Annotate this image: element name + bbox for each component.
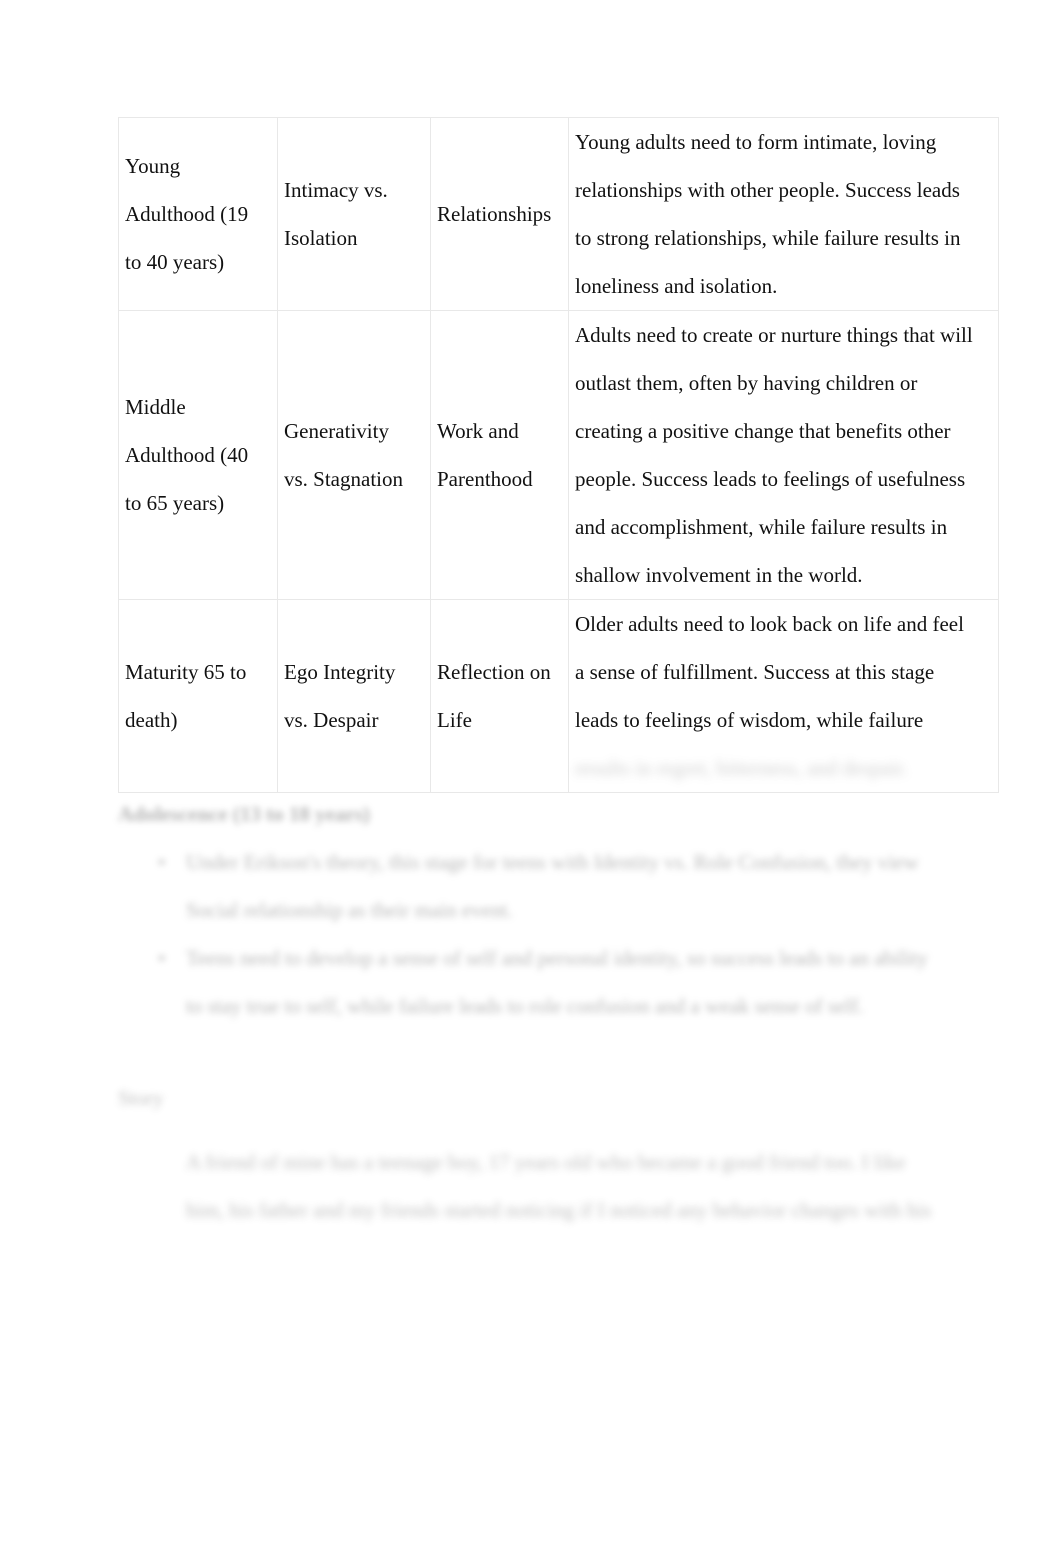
crisis-line: Ego Integrity [284, 660, 396, 684]
below-table-content: Adolescence (13 to 18 years) • Under Eri… [118, 790, 948, 1234]
list-item-line: Teens need to develop a sense of self an… [186, 946, 928, 970]
description-line: loneliness and isolation. [575, 274, 778, 298]
stage-line: Adulthood (40 [125, 443, 249, 467]
story-line: him, his father and my friends started n… [186, 1198, 932, 1222]
cell-crisis: Generativity vs. Stagnation [277, 310, 431, 600]
cell-description: Older adults need to look back on life a… [568, 599, 999, 793]
cell-event: Relationships [430, 117, 569, 311]
crisis-line: Isolation [284, 226, 358, 250]
cell-event: Work and Parenthood [430, 310, 569, 600]
cell-crisis: Intimacy vs. Isolation [277, 117, 431, 311]
stage-line: to 40 years) [125, 250, 225, 274]
erikson-stages-table: Young Adulthood (19 to 40 years) Intimac… [118, 117, 999, 793]
document-page: Young Adulthood (19 to 40 years) Intimac… [0, 0, 1062, 1556]
cell-stage: Maturity 65 to death) [118, 599, 278, 793]
cell-crisis: Ego Integrity vs. Despair [277, 599, 431, 793]
stage-line: Young [125, 154, 181, 178]
event-line: Parenthood [437, 467, 533, 491]
event-line: Life [437, 708, 472, 732]
description-line: leads to feelings of wisdom, while failu… [575, 708, 924, 732]
event-line: Work and [437, 419, 519, 443]
bullet-list: • Under Erikson's theory, this stage for… [118, 838, 948, 1030]
description-line: people. Success leads to feelings of use… [575, 467, 966, 491]
table-row: Middle Adulthood (40 to 65 years) Genera… [118, 310, 999, 600]
stage-line: Middle [125, 395, 186, 419]
event-line: Relationships [437, 202, 552, 226]
list-item: • Teens need to develop a sense of self … [118, 934, 948, 1030]
description-line: a sense of fulfillment. Success at this … [575, 660, 935, 684]
cell-description: Young adults need to form intimate, lovi… [568, 117, 999, 311]
story-line: A friend of mine has a teenage boy, 17 y… [186, 1150, 906, 1174]
cell-stage: Young Adulthood (19 to 40 years) [118, 117, 278, 311]
list-item-line: Under Erikson's theory, this stage for t… [186, 850, 919, 874]
description-line-obscured: results in regret, bitterness, and despa… [575, 756, 908, 780]
list-item-text: Teens need to develop a sense of self an… [186, 934, 948, 1030]
list-item-line: Social relationship as their main event. [186, 898, 513, 922]
crisis-line: Intimacy vs. [284, 178, 388, 202]
story-paragraph: A friend of mine has a teenage boy, 17 y… [118, 1138, 948, 1234]
stage-line: Adulthood (19 [125, 202, 249, 226]
section-heading-adolescence: Adolescence (13 to 18 years) [118, 802, 370, 826]
crisis-line: Generativity [284, 419, 389, 443]
bullet-marker-icon: • [158, 850, 166, 874]
crisis-line: vs. Stagnation [284, 467, 403, 491]
description-line: creating a positive change that benefits… [575, 419, 951, 443]
list-item: • Under Erikson's theory, this stage for… [118, 838, 948, 934]
list-item-text: Under Erikson's theory, this stage for t… [186, 838, 948, 934]
description-line: and accomplishment, while failure result… [575, 515, 948, 539]
description-line: Older adults need to look back on life a… [575, 612, 964, 636]
cell-description: Adults need to create or nurture things … [568, 310, 999, 600]
table-row: Maturity 65 to death) Ego Integrity vs. … [118, 599, 999, 793]
description-line: Adults need to create or nurture things … [575, 323, 973, 347]
list-item-line: to stay true to self, while failure lead… [186, 994, 864, 1018]
table-body: Young Adulthood (19 to 40 years) Intimac… [118, 117, 999, 793]
stage-line: death) [125, 708, 178, 732]
description-line: Young adults need to form intimate, lovi… [575, 130, 937, 154]
description-line: to strong relationships, while failure r… [575, 226, 961, 250]
cell-event: Reflection on Life [430, 599, 569, 793]
crisis-line: vs. Despair [284, 708, 379, 732]
table-row: Young Adulthood (19 to 40 years) Intimac… [118, 117, 999, 311]
stage-line: Maturity 65 to [125, 660, 247, 684]
cell-stage: Middle Adulthood (40 to 65 years) [118, 310, 278, 600]
description-line: shallow involvement in the world. [575, 563, 863, 587]
event-line: Reflection on [437, 660, 551, 684]
stage-line: to 65 years) [125, 491, 225, 515]
description-line: relationships with other people. Success… [575, 178, 960, 202]
story-label: Story [118, 1086, 164, 1110]
bullet-marker-icon: • [158, 946, 166, 970]
description-line: outlast them, often by having children o… [575, 371, 918, 395]
